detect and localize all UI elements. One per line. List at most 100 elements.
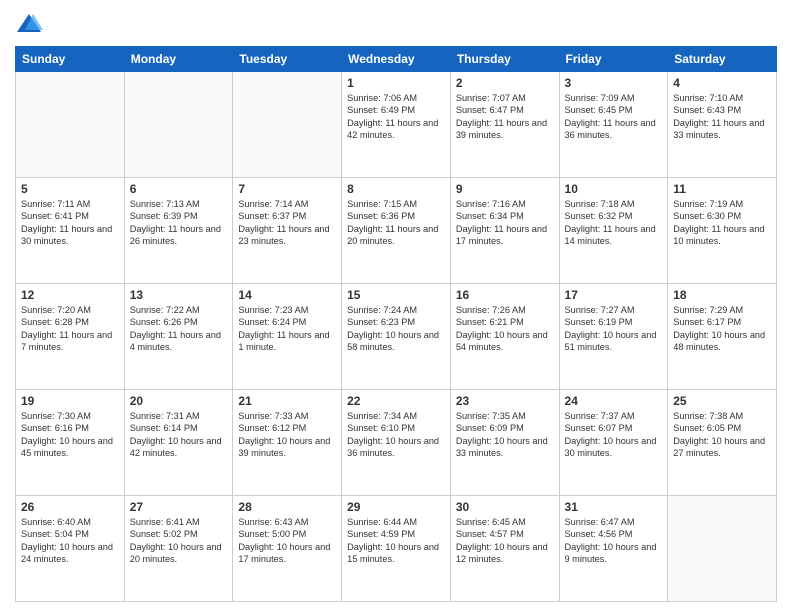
day-number: 18 bbox=[673, 288, 771, 302]
calendar-cell: 22 Sunrise: 7:34 AM Sunset: 6:10 PM Dayli… bbox=[342, 390, 451, 496]
calendar-cell: 29 Sunrise: 6:44 AM Sunset: 4:59 PM Dayli… bbox=[342, 496, 451, 602]
day-number: 22 bbox=[347, 394, 445, 408]
cell-info: Sunrise: 7:07 AM Sunset: 6:47 PM Dayligh… bbox=[456, 92, 554, 142]
cell-info: Sunrise: 7:30 AM Sunset: 6:16 PM Dayligh… bbox=[21, 410, 119, 460]
day-number: 9 bbox=[456, 182, 554, 196]
cell-info: Sunrise: 7:18 AM Sunset: 6:32 PM Dayligh… bbox=[565, 198, 663, 248]
day-number: 1 bbox=[347, 76, 445, 90]
calendar-cell bbox=[668, 496, 777, 602]
calendar-weekday-header: Sunday bbox=[16, 47, 125, 72]
cell-info: Sunrise: 7:10 AM Sunset: 6:43 PM Dayligh… bbox=[673, 92, 771, 142]
day-number: 15 bbox=[347, 288, 445, 302]
day-number: 31 bbox=[565, 500, 663, 514]
day-number: 4 bbox=[673, 76, 771, 90]
calendar-table: SundayMondayTuesdayWednesdayThursdayFrid… bbox=[15, 46, 777, 602]
calendar-cell: 2 Sunrise: 7:07 AM Sunset: 6:47 PM Daylig… bbox=[450, 72, 559, 178]
calendar-cell: 10 Sunrise: 7:18 AM Sunset: 6:32 PM Dayli… bbox=[559, 178, 668, 284]
calendar-cell: 21 Sunrise: 7:33 AM Sunset: 6:12 PM Dayli… bbox=[233, 390, 342, 496]
calendar-cell: 16Sunrise: 7:26 AM Sunset: 6:21 PM Dayli… bbox=[450, 284, 559, 390]
calendar-weekday-header: Thursday bbox=[450, 47, 559, 72]
calendar-cell: 8 Sunrise: 7:15 AM Sunset: 6:36 PM Daylig… bbox=[342, 178, 451, 284]
day-number: 12 bbox=[21, 288, 119, 302]
cell-info: Sunrise: 7:19 AM Sunset: 6:30 PM Dayligh… bbox=[673, 198, 771, 248]
cell-info: Sunrise: 7:33 AM Sunset: 6:12 PM Dayligh… bbox=[238, 410, 336, 460]
calendar-cell: 12Sunrise: 7:20 AM Sunset: 6:28 PM Dayli… bbox=[16, 284, 125, 390]
cell-info: Sunrise: 7:13 AM Sunset: 6:39 PM Dayligh… bbox=[130, 198, 228, 248]
day-number: 8 bbox=[347, 182, 445, 196]
cell-info: Sunrise: 7:22 AM Sunset: 6:26 PM Dayligh… bbox=[130, 304, 228, 354]
cell-info: Sunrise: 7:09 AM Sunset: 6:45 PM Dayligh… bbox=[565, 92, 663, 142]
header bbox=[15, 10, 777, 38]
day-number: 6 bbox=[130, 182, 228, 196]
calendar-week-row: 19 Sunrise: 7:30 AM Sunset: 6:16 PM Dayli… bbox=[16, 390, 777, 496]
day-number: 24 bbox=[565, 394, 663, 408]
day-number: 27 bbox=[130, 500, 228, 514]
calendar-header-row: SundayMondayTuesdayWednesdayThursdayFrid… bbox=[16, 47, 777, 72]
calendar-week-row: 1 Sunrise: 7:06 AM Sunset: 6:49 PM Daylig… bbox=[16, 72, 777, 178]
day-number: 30 bbox=[456, 500, 554, 514]
calendar-cell: 26 Sunrise: 6:40 AM Sunset: 5:04 PM Dayli… bbox=[16, 496, 125, 602]
calendar-weekday-header: Friday bbox=[559, 47, 668, 72]
calendar-cell: 27 Sunrise: 6:41 AM Sunset: 5:02 PM Dayli… bbox=[124, 496, 233, 602]
calendar-cell: 14 Sunrise: 7:23 AM Sunset: 6:24 PM Dayli… bbox=[233, 284, 342, 390]
calendar-weekday-header: Tuesday bbox=[233, 47, 342, 72]
cell-info: Sunrise: 7:16 AM Sunset: 6:34 PM Dayligh… bbox=[456, 198, 554, 248]
day-number: 29 bbox=[347, 500, 445, 514]
day-number: 26 bbox=[21, 500, 119, 514]
cell-info: Sunrise: 7:15 AM Sunset: 6:36 PM Dayligh… bbox=[347, 198, 445, 248]
cell-info: Sunrise: 7:06 AM Sunset: 6:49 PM Dayligh… bbox=[347, 92, 445, 142]
cell-info: Sunrise: 7:11 AM Sunset: 6:41 PM Dayligh… bbox=[21, 198, 119, 248]
cell-info: Sunrise: 7:27 AM Sunset: 6:19 PM Dayligh… bbox=[565, 304, 663, 354]
day-number: 16 bbox=[456, 288, 554, 302]
calendar-cell: 31 Sunrise: 6:47 AM Sunset: 4:56 PM Dayli… bbox=[559, 496, 668, 602]
day-number: 7 bbox=[238, 182, 336, 196]
day-number: 3 bbox=[565, 76, 663, 90]
day-number: 19 bbox=[21, 394, 119, 408]
day-number: 17 bbox=[565, 288, 663, 302]
day-number: 5 bbox=[21, 182, 119, 196]
calendar-cell: 15 Sunrise: 7:24 AM Sunset: 6:23 PM Dayli… bbox=[342, 284, 451, 390]
cell-info: Sunrise: 6:40 AM Sunset: 5:04 PM Dayligh… bbox=[21, 516, 119, 566]
calendar-cell: 19 Sunrise: 7:30 AM Sunset: 6:16 PM Dayli… bbox=[16, 390, 125, 496]
day-number: 21 bbox=[238, 394, 336, 408]
cell-info: Sunrise: 6:45 AM Sunset: 4:57 PM Dayligh… bbox=[456, 516, 554, 566]
calendar-cell: 4 Sunrise: 7:10 AM Sunset: 6:43 PM Daylig… bbox=[668, 72, 777, 178]
calendar-cell: 28Sunrise: 6:43 AM Sunset: 5:00 PM Dayli… bbox=[233, 496, 342, 602]
cell-info: Sunrise: 7:14 AM Sunset: 6:37 PM Dayligh… bbox=[238, 198, 336, 248]
cell-info: Sunrise: 6:43 AM Sunset: 5:00 PM Dayligh… bbox=[238, 516, 336, 566]
calendar-cell: 1 Sunrise: 7:06 AM Sunset: 6:49 PM Daylig… bbox=[342, 72, 451, 178]
calendar-week-row: 5 Sunrise: 7:11 AM Sunset: 6:41 PM Daylig… bbox=[16, 178, 777, 284]
cell-info: Sunrise: 6:44 AM Sunset: 4:59 PM Dayligh… bbox=[347, 516, 445, 566]
calendar-weekday-header: Saturday bbox=[668, 47, 777, 72]
calendar-cell: 23Sunrise: 7:35 AM Sunset: 6:09 PM Dayli… bbox=[450, 390, 559, 496]
calendar-week-row: 26 Sunrise: 6:40 AM Sunset: 5:04 PM Dayli… bbox=[16, 496, 777, 602]
cell-info: Sunrise: 7:29 AM Sunset: 6:17 PM Dayligh… bbox=[673, 304, 771, 354]
cell-info: Sunrise: 7:37 AM Sunset: 6:07 PM Dayligh… bbox=[565, 410, 663, 460]
calendar-cell: 5 Sunrise: 7:11 AM Sunset: 6:41 PM Daylig… bbox=[16, 178, 125, 284]
day-number: 2 bbox=[456, 76, 554, 90]
calendar-cell: 24 Sunrise: 7:37 AM Sunset: 6:07 PM Dayli… bbox=[559, 390, 668, 496]
calendar-cell: 17 Sunrise: 7:27 AM Sunset: 6:19 PM Dayli… bbox=[559, 284, 668, 390]
cell-info: Sunrise: 7:31 AM Sunset: 6:14 PM Dayligh… bbox=[130, 410, 228, 460]
day-number: 11 bbox=[673, 182, 771, 196]
calendar-weekday-header: Monday bbox=[124, 47, 233, 72]
cell-info: Sunrise: 7:35 AM Sunset: 6:09 PM Dayligh… bbox=[456, 410, 554, 460]
day-number: 14 bbox=[238, 288, 336, 302]
cell-info: Sunrise: 7:38 AM Sunset: 6:05 PM Dayligh… bbox=[673, 410, 771, 460]
day-number: 10 bbox=[565, 182, 663, 196]
cell-info: Sunrise: 7:34 AM Sunset: 6:10 PM Dayligh… bbox=[347, 410, 445, 460]
calendar-cell bbox=[124, 72, 233, 178]
cell-info: Sunrise: 6:47 AM Sunset: 4:56 PM Dayligh… bbox=[565, 516, 663, 566]
day-number: 20 bbox=[130, 394, 228, 408]
cell-info: Sunrise: 7:23 AM Sunset: 6:24 PM Dayligh… bbox=[238, 304, 336, 354]
cell-info: Sunrise: 6:41 AM Sunset: 5:02 PM Dayligh… bbox=[130, 516, 228, 566]
calendar-cell: 20 Sunrise: 7:31 AM Sunset: 6:14 PM Dayli… bbox=[124, 390, 233, 496]
calendar-cell: 25 Sunrise: 7:38 AM Sunset: 6:05 PM Dayli… bbox=[668, 390, 777, 496]
calendar-cell: 11 Sunrise: 7:19 AM Sunset: 6:30 PM Dayli… bbox=[668, 178, 777, 284]
day-number: 25 bbox=[673, 394, 771, 408]
calendar-weekday-header: Wednesday bbox=[342, 47, 451, 72]
day-number: 13 bbox=[130, 288, 228, 302]
cell-info: Sunrise: 7:24 AM Sunset: 6:23 PM Dayligh… bbox=[347, 304, 445, 354]
calendar-cell bbox=[233, 72, 342, 178]
calendar-week-row: 12Sunrise: 7:20 AM Sunset: 6:28 PM Dayli… bbox=[16, 284, 777, 390]
